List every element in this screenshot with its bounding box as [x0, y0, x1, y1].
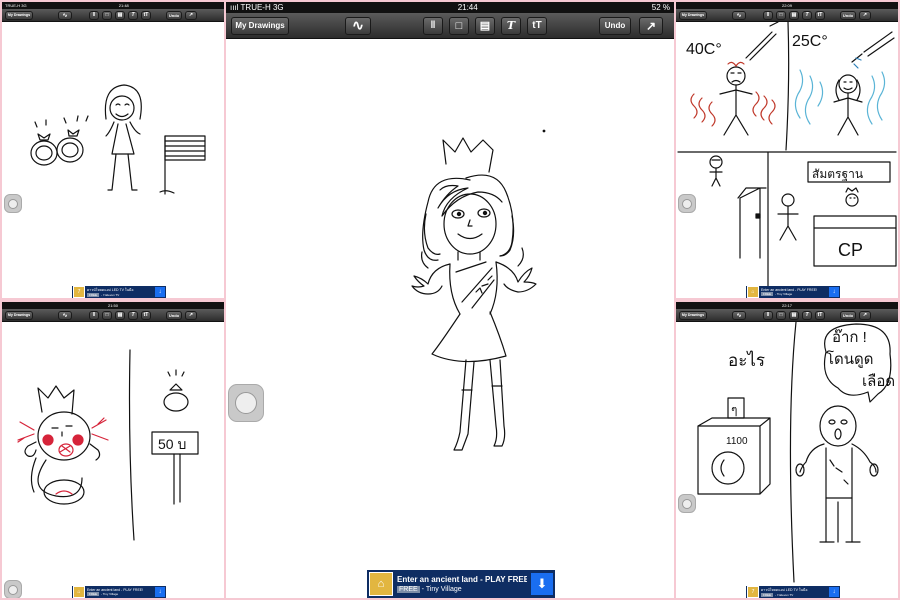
download-button[interactable]: ↓ — [829, 287, 839, 297]
assistive-touch-button[interactable] — [4, 194, 22, 213]
panel-bottom-right: 22:17 My Drawings ∿ ‖ □ ▤ T tT Undo ↗ อะ… — [676, 302, 898, 598]
ad-banner[interactable]: 7 ดาวน์โหลดแอป LED TV ในมือ FREE - 7-Elev… — [746, 586, 840, 598]
download-button[interactable]: ↓ — [155, 587, 165, 597]
drawing-canvas[interactable] — [2, 2, 224, 298]
ad-free-badge: FREE — [761, 593, 774, 597]
right-arm — [495, 261, 537, 293]
bubble-line-2: โดนดูด — [826, 350, 874, 368]
drawing-canvas[interactable]: 40C° 25C° สัมตรฐาน CP — [676, 2, 898, 298]
download-button[interactable]: ⬇ — [531, 573, 553, 595]
ad-free-badge: FREE — [397, 586, 420, 593]
assistive-touch-button[interactable] — [678, 494, 696, 513]
crown — [37, 385, 75, 415]
ring — [163, 392, 189, 412]
ad-subtitle: - 7-Eleven TV — [775, 593, 794, 597]
download-button[interactable]: ↓ — [155, 287, 165, 297]
panel-top-left: TRUE-H 3G 21:48 My Drawings ∿ ‖ □ ▤ T tT… — [2, 2, 224, 298]
girl-hair — [104, 84, 142, 120]
ad-title: Enter an ancient land - PLAY FREE! — [397, 575, 527, 584]
ad-subtitle: - Tiny Village — [101, 592, 119, 596]
sign-text: สัมตรฐาน — [812, 167, 863, 181]
box-label: ๆ — [731, 403, 737, 417]
hot-person-head — [726, 66, 746, 86]
person-body — [799, 443, 877, 499]
assistive-touch-button[interactable] — [4, 580, 22, 598]
left-leg — [453, 359, 475, 451]
crown — [442, 137, 494, 173]
box-number: 1100 — [726, 436, 748, 447]
drawing-canvas[interactable] — [226, 2, 674, 598]
ad-banner[interactable]: 7 ดาวน์โหลดแอป LED TV ในมือ FREE - 7-Elev… — [72, 286, 166, 298]
drawing-canvas[interactable]: อะไร ๆ 1100 อ๊าก ! โดนดูด เลือด — [676, 302, 898, 598]
right-leg — [489, 359, 506, 447]
hot-temperature-label: 40C° — [686, 41, 722, 58]
price-label: 50 บ — [158, 436, 186, 452]
ad-subtitle: - Tiny Village — [775, 292, 793, 296]
bubble-line-3: เลือด — [862, 373, 895, 390]
face — [443, 193, 497, 255]
sash — [455, 261, 495, 309]
cool-temperature-label: 25C° — [792, 33, 828, 50]
ad-banner[interactable]: ⌂ Enter an ancient land - PLAY FREE! FRE… — [746, 286, 840, 298]
left-arm — [411, 263, 451, 295]
cool-person-head — [838, 74, 858, 94]
download-arrow-icon: ↓ — [158, 289, 162, 295]
ad-free-badge: FREE — [87, 293, 100, 297]
ad-thumbnail: ⌂ — [747, 286, 759, 298]
drawing-canvas[interactable]: 50 บ — [2, 302, 224, 598]
panel-main: ıııl TRUE-H 3G 21:44 52 % My Drawings ∿ … — [226, 2, 674, 598]
ad-free-badge: FREE — [87, 592, 100, 596]
what-label: อะไร — [728, 350, 765, 370]
ring-left — [30, 140, 58, 166]
ad-thumbnail: ⌂ — [73, 586, 85, 598]
download-arrow-icon: ↓ — [158, 589, 162, 595]
ad-subtitle: - 7-Eleven TV — [101, 293, 120, 297]
bubble-line-1: อ๊าก ! — [832, 329, 867, 346]
panel-top-right: 22:09 My Drawings ∿ ‖ □ ▤ T tT Undo ↗ 40… — [676, 2, 898, 298]
download-arrow-icon: ↓ — [832, 589, 836, 595]
ad-free-badge: FREE — [761, 292, 774, 296]
person-head — [819, 405, 857, 447]
panel-bottom-left: 21:50 My Drawings ∿ ‖ □ ▤ T tT Undo ↗ 50… — [2, 302, 224, 598]
assistive-touch-button[interactable] — [228, 384, 264, 422]
download-arrow-icon: ⬇ — [536, 576, 548, 591]
cp-label: CP — [838, 240, 863, 260]
ad-thumbnail: 7 — [73, 286, 85, 298]
ring-right — [56, 137, 84, 163]
ad-banner[interactable]: ⌂ Enter an ancient land - PLAY FREE! FRE… — [367, 570, 555, 598]
skirt — [431, 311, 507, 363]
assistive-touch-button[interactable] — [678, 194, 696, 213]
download-arrow-icon: ↓ — [832, 289, 836, 295]
ad-banner[interactable]: ⌂ Enter an ancient land - PLAY FREE! FRE… — [72, 586, 166, 598]
hair — [422, 174, 514, 261]
download-button[interactable]: ↓ — [829, 587, 839, 597]
ad-thumbnail: ⌂ — [369, 572, 393, 596]
ad-thumbnail: 7 — [747, 586, 759, 598]
girl-body — [105, 121, 141, 155]
ad-subtitle: - Tiny Village — [421, 586, 462, 593]
